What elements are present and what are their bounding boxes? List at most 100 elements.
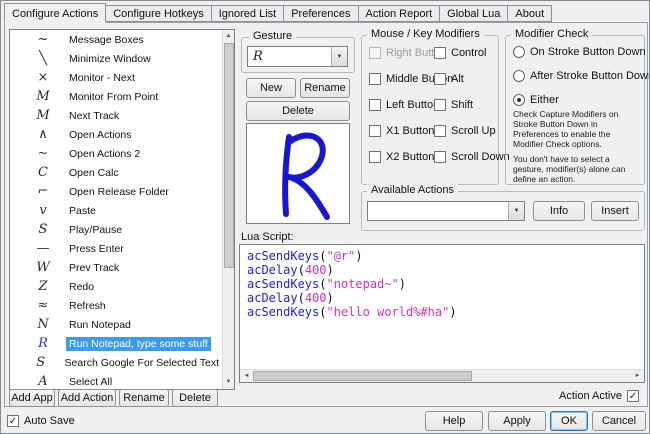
radio-either[interactable]: Either <box>513 93 650 106</box>
scroll-down-icon[interactable]: ▼ <box>223 376 234 389</box>
help-button[interactable]: Help <box>425 411 483 431</box>
checkbox-label: Scroll Up <box>451 125 496 137</box>
checkbox-alt[interactable]: Alt <box>434 72 510 85</box>
gesture-delete-button[interactable]: Delete <box>246 101 350 121</box>
list-item[interactable]: ~Message Boxes <box>10 30 222 49</box>
gesture-icon: — <box>30 241 56 256</box>
lua-horizontal-scrollbar[interactable]: ◄ ► <box>240 369 644 382</box>
list-item[interactable]: RRun Notepad, type some stuff <box>10 334 222 353</box>
list-item[interactable]: SSearch Google For Selected Text <box>10 353 222 372</box>
list-item[interactable]: NRun Notepad <box>10 315 222 334</box>
gesture-combo-arrow[interactable]: ▼ <box>331 47 347 66</box>
tab-preferences[interactable]: Preferences <box>283 5 358 22</box>
list-item[interactable]: WPrev Track <box>10 258 222 277</box>
action-listbox[interactable]: ~Message Boxes╲Minimize Window×Monitor -… <box>9 29 235 390</box>
checkbox-box <box>369 47 381 59</box>
list-item[interactable]: ∼Open Actions 2 <box>10 144 222 163</box>
action-active-label: Action Active <box>559 390 622 402</box>
scroll-up-icon[interactable]: ▲ <box>223 30 234 43</box>
available-actions-combo-arrow[interactable]: ▼ <box>508 202 524 220</box>
code-line: acSendKeys("notepad~") <box>247 277 637 291</box>
auto-save-label: Auto Save <box>24 415 75 427</box>
code-line: acDelay(400) <box>247 291 637 305</box>
tab-configure-hotkeys[interactable]: Configure Hotkeys <box>105 5 212 22</box>
code-token: "@r" <box>326 249 355 263</box>
action-label: Play/Pause <box>66 223 125 237</box>
radio-on-stroke-button-down[interactable]: On Stroke Button Down <box>513 45 650 58</box>
list-item[interactable]: COpen Calc <box>10 163 222 182</box>
ok-button[interactable]: OK <box>550 411 588 431</box>
gesture-rename-button[interactable]: Rename <box>300 78 350 98</box>
tab-configure-actions[interactable]: Configure Actions <box>4 3 106 23</box>
add-action-button[interactable]: Add Action <box>58 389 116 407</box>
add-app-button[interactable]: Add App <box>9 389 55 407</box>
scrollbar-thumb[interactable] <box>253 371 472 381</box>
tab-global-lua[interactable]: Global Lua <box>439 5 508 22</box>
radio-after-stroke-button-down[interactable]: After Stroke Button Down <box>513 69 650 82</box>
action-active-checkbox[interactable]: Action Active <box>559 390 639 402</box>
list-item[interactable]: MNext Track <box>10 106 222 125</box>
checkbox-label: Left Button <box>386 99 439 111</box>
code-token: acSendKeys <box>247 249 319 263</box>
radio-dot <box>513 46 525 58</box>
checkbox-shift[interactable]: Shift <box>434 98 510 111</box>
modifier-column-2: Control Alt Shift Scroll Up Scroll Down <box>434 46 510 163</box>
gesture-icon: ∧ <box>30 127 56 142</box>
rename-button[interactable]: Rename <box>119 389 169 407</box>
list-item[interactable]: ∧Open Actions <box>10 125 222 144</box>
list-item[interactable]: MMonitor From Point <box>10 87 222 106</box>
gesture-combobox[interactable]: R ▼ <box>247 46 348 67</box>
action-label: Minimize Window <box>66 52 154 66</box>
list-item[interactable]: ╲Minimize Window <box>10 49 222 68</box>
auto-save-checkbox[interactable]: Auto Save <box>7 415 75 427</box>
tab-action-report[interactable]: Action Report <box>358 5 441 22</box>
insert-button[interactable]: Insert <box>591 201 639 221</box>
list-item[interactable]: ASelect All <box>10 372 222 389</box>
radio-label: After Stroke Button Down <box>530 70 650 82</box>
checkbox-scroll-down[interactable]: Scroll Down <box>434 150 510 163</box>
list-item[interactable]: ZRedo <box>10 277 222 296</box>
scrollbar-track[interactable] <box>253 370 631 382</box>
list-item[interactable]: ⌐Open Release Folder <box>10 182 222 201</box>
scroll-left-icon[interactable]: ◄ <box>240 370 253 382</box>
action-list-rows: ~Message Boxes╲Minimize Window×Monitor -… <box>10 30 222 389</box>
code-line: acDelay(400) <box>247 263 637 277</box>
gesture-icon: M <box>30 108 56 123</box>
list-scrollbar[interactable]: ▲ ▼ <box>222 30 234 389</box>
code-token: ( <box>298 263 305 277</box>
gesture-icon: R <box>30 336 56 351</box>
gesture-icon: ≈ <box>30 298 56 313</box>
checkbox-control[interactable]: Control <box>434 46 510 59</box>
delete-button[interactable]: Delete <box>172 389 218 407</box>
gesture-r-drawing <box>247 124 349 223</box>
gesture-new-button[interactable]: New <box>246 78 296 98</box>
code-token: acDelay <box>247 291 298 305</box>
cancel-button[interactable]: Cancel <box>592 411 646 431</box>
checkbox-box <box>369 125 381 137</box>
action-label: Redo <box>66 280 97 294</box>
modifier-check-note-2: You don't have to select a gesture, modi… <box>513 154 639 184</box>
checkbox-box <box>369 151 381 163</box>
apply-button[interactable]: Apply <box>488 411 546 431</box>
checkbox-scroll-up[interactable]: Scroll Up <box>434 124 510 137</box>
code-token: ) <box>399 277 406 291</box>
available-actions-combobox[interactable]: ▼ <box>367 201 525 221</box>
radio-dot <box>513 70 525 82</box>
radio-label: Either <box>530 94 559 106</box>
scrollbar-thumb[interactable] <box>224 43 234 268</box>
list-item[interactable]: ≈Refresh <box>10 296 222 315</box>
list-item[interactable]: ×Monitor - Next <box>10 68 222 87</box>
list-item[interactable]: —Press Enter <box>10 239 222 258</box>
info-button[interactable]: Info <box>533 201 585 221</box>
gesture-selected-value: R <box>253 49 263 64</box>
tab-ignored-list[interactable]: Ignored List <box>211 5 284 22</box>
list-item[interactable]: SPlay/Pause <box>10 220 222 239</box>
checkbox-label: Alt <box>451 73 464 85</box>
tab-about[interactable]: About <box>507 5 552 22</box>
checkbox-box <box>434 47 446 59</box>
lua-script-editor[interactable]: acSendKeys( "@r")acDelay(400)acSendKeys("… <box>239 244 645 383</box>
scroll-right-icon[interactable]: ► <box>631 370 644 382</box>
modifiers-group-label: Mouse / Key Modifiers <box>367 28 484 40</box>
list-item[interactable]: vPaste <box>10 201 222 220</box>
gesture-icon: v <box>30 203 56 218</box>
